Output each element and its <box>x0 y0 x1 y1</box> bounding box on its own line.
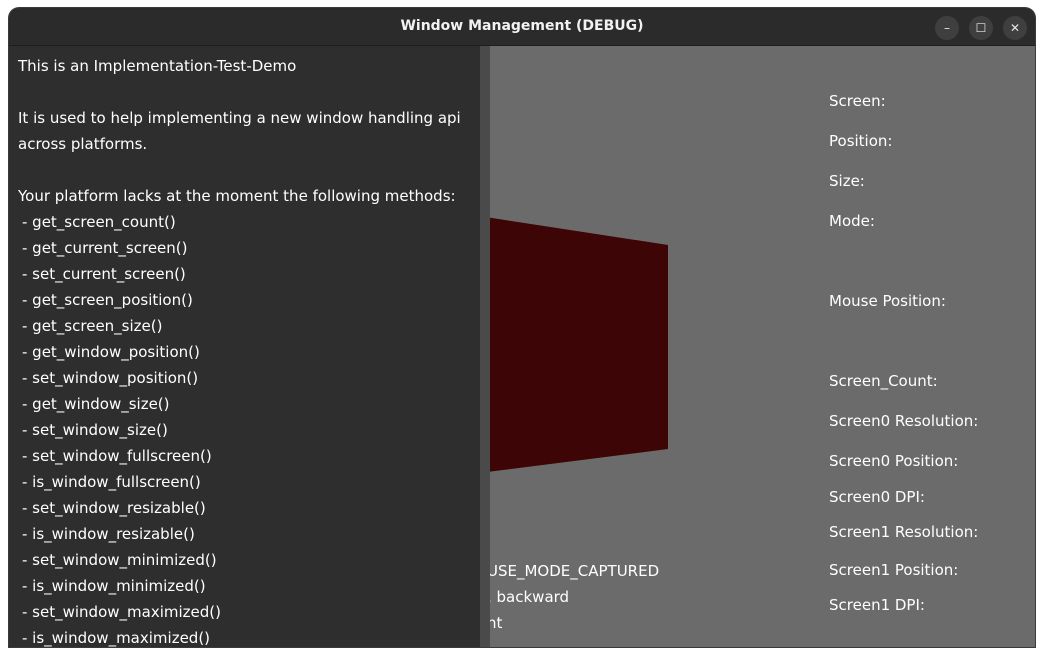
purpose-line-2: across platforms. <box>18 135 148 153</box>
screen-label: Screen: <box>829 92 886 110</box>
method-item: - set_window_size() <box>22 421 168 439</box>
purpose-line-1: It is used to help implementing a new wi… <box>18 109 461 127</box>
minimize-button[interactable]: – <box>935 16 959 40</box>
app-window: Window Management (DEBUG) – ☐ ✕ USE_MODE… <box>9 8 1035 647</box>
title-bar[interactable]: Window Management (DEBUG) – ☐ ✕ <box>9 8 1035 46</box>
mode-label: Mode: <box>829 212 875 230</box>
method-item: - is_window_maximized() <box>22 629 211 647</box>
close-button[interactable]: ✕ <box>1003 16 1027 40</box>
method-item: - set_current_screen() <box>22 265 186 283</box>
method-item: - get_screen_position() <box>22 291 193 309</box>
screen0-dpi-label: Screen0 DPI: <box>829 488 925 506</box>
intro-line: This is an Implementation-Test-Demo <box>18 57 297 75</box>
method-item: - set_window_position() <box>22 369 199 387</box>
method-item: - set_window_maximized() <box>22 603 221 621</box>
position-label: Position: <box>829 132 893 150</box>
screen1-resolution-label: Screen1 Resolution: <box>829 523 979 541</box>
viewport-status: USE_MODE_CAPTURED , backward nt <box>487 558 659 636</box>
screen0-resolution-label: Screen0 Resolution: <box>829 412 979 430</box>
method-item: - is_window_resizable() <box>22 525 195 543</box>
method-item: - get_screen_count() <box>22 213 176 231</box>
status-line-backward: , backward <box>487 588 570 606</box>
screen1-dpi-label: Screen1 DPI: <box>829 596 925 614</box>
window-content: USE_MODE_CAPTURED , backward nt Screen: … <box>9 46 1035 647</box>
panel-scroll-divider[interactable] <box>480 46 490 647</box>
method-item: - get_window_size() <box>22 395 170 413</box>
method-item: - set_window_fullscreen() <box>22 447 212 465</box>
mouse-position-label: Mouse Position: <box>829 292 946 310</box>
method-item: - get_current_screen() <box>22 239 188 257</box>
screen0-position-label: Screen0 Position: <box>829 452 959 470</box>
status-line-mouse-mode: USE_MODE_CAPTURED <box>487 562 660 580</box>
window-title: Window Management (DEBUG) <box>400 18 644 34</box>
method-item: - is_window_fullscreen() <box>22 473 201 491</box>
screen1-position-label: Screen1 Position: <box>829 561 959 579</box>
method-item: - set_window_resizable() <box>22 499 206 517</box>
method-item: - get_window_position() <box>22 343 200 361</box>
lacks-line: Your platform lacks at the moment the fo… <box>18 187 456 205</box>
status-line-partial: nt <box>487 614 503 632</box>
maximize-button[interactable]: ☐ <box>969 16 993 40</box>
screen-count-label: Screen_Count: <box>829 372 938 390</box>
size-label: Size: <box>829 172 865 190</box>
method-item: - set_window_minimized() <box>22 551 217 569</box>
method-item: - is_window_minimized() <box>22 577 206 595</box>
info-text-panel: This is an Implementation-Test-Demo It i… <box>9 46 480 647</box>
method-item: - get_screen_size() <box>22 317 163 335</box>
